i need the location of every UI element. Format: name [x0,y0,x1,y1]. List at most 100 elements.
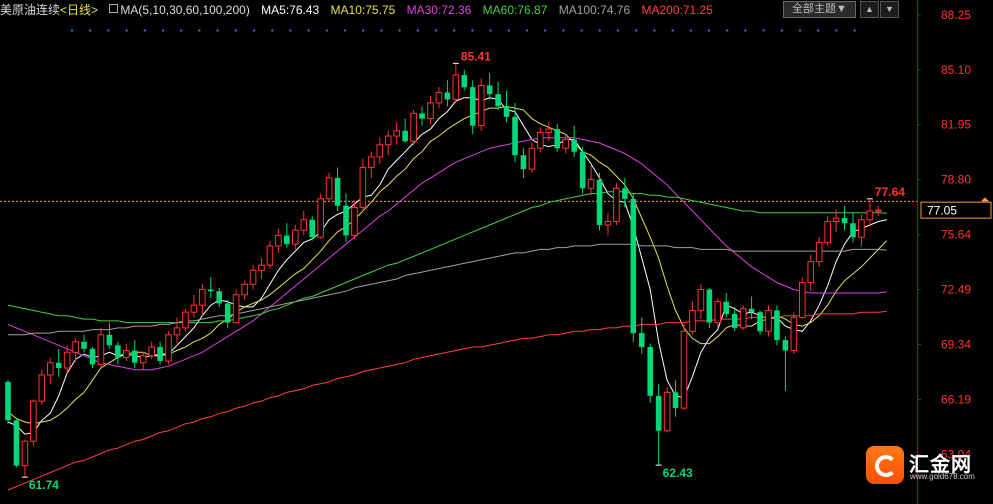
header-dot [507,29,510,32]
candle-body [452,74,460,100]
candle-body [224,303,231,323]
candle-body [680,330,688,409]
header-dot [598,29,601,32]
header-dot [689,29,692,32]
ma30-value: MA30:72.36 [406,3,472,17]
candle-body [782,340,789,351]
candle-body [774,310,780,341]
candle-body [613,187,620,222]
candle-body [376,144,384,158]
candle-body [182,311,189,329]
ma-line-ma5 [7,97,887,435]
candle-body [216,291,223,304]
candle-body [63,351,71,369]
instrument-title: 美原油连续<日线> [0,3,99,17]
candle-body [469,87,476,126]
y-tick-label: 69.34 [941,338,971,352]
header-dot [671,29,674,32]
candle-body [765,309,772,332]
candle-body [55,362,62,368]
candle-body [384,135,392,146]
candle-body [249,269,257,285]
header-dot [307,29,310,32]
header-dot [562,29,565,32]
y-tick-label: 72.49 [941,283,971,297]
candle-body [587,179,595,189]
candle-body [571,139,577,152]
candle-body [241,283,248,296]
candle-body [714,301,722,324]
candle-body [275,234,282,247]
candle-body [190,304,198,313]
candle-body [258,264,265,271]
header-dot [434,29,438,32]
candle-body [309,219,315,238]
ma60-value: MA60:76.87 [482,3,548,17]
annotation-label-high: 85.41 [461,49,491,63]
header-dot [125,29,128,32]
gold678-logo: 汇金网 www.gold678.com [866,446,986,486]
candle-body [13,420,20,466]
candle-body [706,289,713,323]
ma-line-ma10 [7,105,888,425]
candle-body [520,155,527,170]
candle-body [402,130,408,142]
candle-body [419,113,425,119]
header-dot [107,29,110,32]
logo-badge-icon [866,446,904,484]
header-dot [835,29,838,32]
header-dot [707,29,711,32]
candle-body [757,312,763,332]
scroll-up-button[interactable]: ▲ [860,1,879,18]
candle-body [663,391,671,432]
candle-body [115,345,121,358]
candle-body [866,210,874,221]
candle-body [579,151,586,189]
header-dot [817,29,820,32]
ma-line-ma100 [8,243,887,336]
y-tick-label: 81.95 [941,118,971,132]
header-dot [416,29,419,32]
header-dot [325,29,328,32]
down-triangle-icon: ▼ [885,4,894,14]
header-dot [343,29,347,32]
candle-body [351,207,358,236]
y-tick-label: 78.80 [941,173,971,187]
candle-body [30,400,37,442]
candlestick-chart[interactable]: 88.25 85.10 81.95 78.80 75.64 72.49 69.34 66.19… [0,0,993,504]
ma-line-ma200 [7,310,887,491]
candle-body [444,92,451,100]
candle-body [393,130,400,137]
candle-body [208,289,214,292]
candle-body [537,132,544,149]
header-dot [271,29,274,32]
candle-body [359,166,367,209]
header-dot [234,29,237,32]
candle-body [815,241,823,263]
header-dot [252,29,256,32]
candle-body [317,198,324,238]
candle-body [545,128,553,134]
header-dot [798,29,802,32]
candle-body [799,282,806,318]
candle-body [689,309,696,332]
candle-body [199,288,206,306]
candle-body [435,91,443,104]
candle-body [300,219,308,231]
header-dot [198,29,201,32]
header-dot [180,29,183,32]
header-dot [726,29,729,32]
candle-body [807,261,815,284]
ma-params-label: MA(5,10,30,60,100,200) [109,3,250,17]
y-tick-label: 66.19 [941,393,971,407]
candle-body [139,355,147,364]
header-dot [525,29,529,32]
theme-select-button[interactable]: 全部主题▼ [783,1,856,18]
candle-body [97,334,105,365]
scroll-down-button[interactable]: ▼ [880,1,899,18]
up-triangle-icon: ▲ [865,4,874,14]
y-tick-label: 85.10 [941,63,971,77]
ma200-value: MA200:71.25 [641,3,713,17]
candle-body [647,347,653,396]
candle-body [131,350,138,363]
